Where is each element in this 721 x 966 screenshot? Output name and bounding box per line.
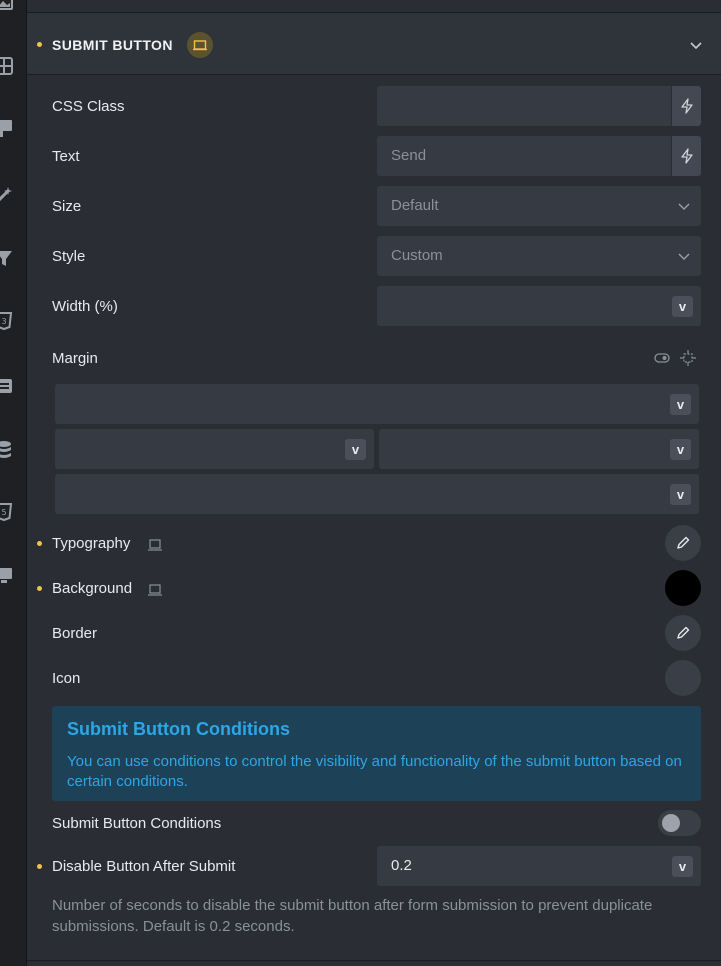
spacing-link-icon[interactable]: [680, 350, 696, 366]
divider: [27, 960, 721, 961]
margin-bottom-input[interactable]: v: [55, 474, 699, 514]
chevron-down-icon: [678, 203, 690, 210]
magic-wand-icon[interactable]: [0, 185, 14, 205]
info-title: Submit Button Conditions: [67, 719, 290, 739]
laptop-icon[interactable]: [147, 537, 163, 553]
width-input[interactable]: v: [377, 286, 701, 326]
modified-indicator-dot: [37, 42, 42, 47]
disable-after-submit-value: 0.2: [391, 857, 412, 874]
section-title: SUBMIT BUTTON: [52, 37, 173, 53]
disable-after-submit-input[interactable]: 0.2 v: [377, 846, 701, 886]
unit-selector-button[interactable]: v: [670, 484, 691, 505]
modified-indicator-dot: [37, 864, 42, 869]
typography-label: Typography: [52, 535, 131, 552]
icon-label: Icon: [52, 670, 81, 687]
submit-conditions-toggle[interactable]: [658, 810, 701, 836]
bolt-icon: [680, 98, 693, 114]
toggle-knob: [662, 814, 680, 832]
flag-icon[interactable]: [0, 118, 14, 138]
icon-picker-button[interactable]: [665, 660, 701, 696]
form-icon[interactable]: [0, 376, 14, 396]
database-icon[interactable]: [0, 440, 14, 460]
display-icon[interactable]: [0, 565, 14, 585]
pencil-icon: [677, 626, 690, 639]
size-select[interactable]: Default: [377, 186, 701, 226]
disable-after-submit-label: Disable Button After Submit: [52, 858, 236, 875]
background-color-swatch[interactable]: [665, 570, 701, 606]
unit-selector-button[interactable]: v: [670, 394, 691, 415]
unit-selector-button[interactable]: v: [672, 296, 693, 317]
chevron-down-icon[interactable]: [689, 38, 703, 52]
margin-label: Margin: [52, 350, 98, 367]
css3-icon[interactable]: 3: [0, 311, 14, 331]
settings-panel: SUBMIT BUTTON CSS Class Text Send Size D…: [27, 0, 721, 966]
style-label: Style: [52, 248, 86, 265]
unit-selector-button[interactable]: v: [672, 856, 693, 877]
border-edit-button[interactable]: [665, 615, 701, 651]
bolt-icon: [680, 148, 693, 164]
pencil-icon: [677, 536, 690, 549]
css-class-label: CSS Class: [52, 98, 125, 115]
margin-left-input[interactable]: v: [55, 429, 374, 469]
submit-conditions-label: Submit Button Conditions: [52, 815, 222, 832]
disable-after-submit-help: Number of seconds to disable the submit …: [52, 897, 653, 935]
text-placeholder: Send: [391, 147, 427, 164]
chevron-down-icon: [678, 253, 690, 260]
svg-text:3: 3: [1, 317, 6, 326]
conditions-info-box: Submit Button Conditions You can use con…: [52, 706, 701, 801]
unit-selector-button[interactable]: v: [345, 439, 366, 460]
margin-right-input[interactable]: v: [379, 429, 699, 469]
style-selected: Custom: [391, 247, 443, 264]
link-toggle-icon[interactable]: [654, 350, 670, 366]
css-class-input[interactable]: [377, 86, 701, 126]
size-label: Size: [52, 198, 82, 215]
modified-indicator-dot: [37, 586, 42, 591]
margin-top-input[interactable]: v: [55, 384, 699, 424]
left-icon-rail: 3 5: [0, 0, 27, 966]
unit-selector-button[interactable]: v: [670, 439, 691, 460]
border-label: Border: [52, 625, 98, 642]
background-label: Background: [52, 580, 133, 597]
text-input[interactable]: Send: [377, 136, 701, 176]
layout-icon[interactable]: [0, 56, 14, 76]
html5-icon[interactable]: 5: [0, 502, 14, 522]
text-label: Text: [52, 148, 80, 165]
svg-text:5: 5: [1, 508, 6, 517]
style-select[interactable]: Custom: [377, 236, 701, 276]
section-header-submit-button[interactable]: SUBMIT BUTTON: [27, 13, 721, 75]
dynamic-data-button[interactable]: [671, 136, 701, 176]
typography-edit-button[interactable]: [665, 525, 701, 561]
filter-icon[interactable]: [0, 248, 14, 268]
dynamic-data-button[interactable]: [671, 86, 701, 126]
image-icon[interactable]: [0, 0, 14, 12]
laptop-icon[interactable]: [187, 32, 213, 58]
size-selected: Default: [391, 197, 439, 214]
width-label: Width (%): [52, 298, 118, 315]
laptop-icon[interactable]: [147, 582, 163, 598]
info-text: You can use conditions to control the vi…: [67, 753, 682, 790]
modified-indicator-dot: [37, 541, 42, 546]
